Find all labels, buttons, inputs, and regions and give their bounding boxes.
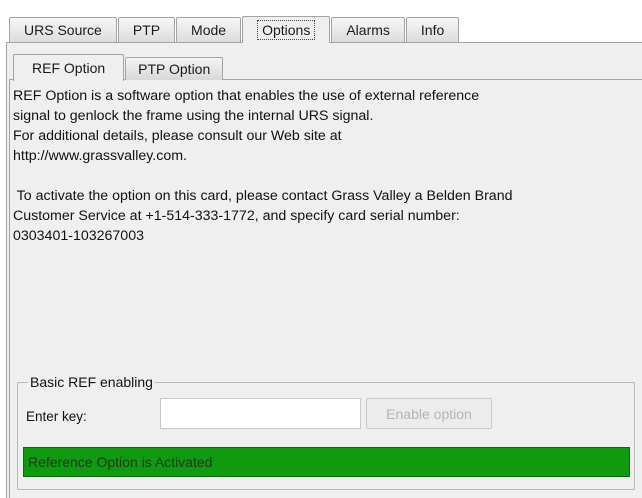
sub-tab-bar: REF Option PTP Option (13, 52, 224, 81)
tab-label: PTP Option (138, 61, 211, 77)
option-description: REF Option is a software option that ena… (13, 86, 633, 246)
tab-ptp-option[interactable]: PTP Option (125, 57, 224, 80)
tab-ref-option[interactable]: REF Option (13, 54, 125, 81)
tab-urs-source[interactable]: URS Source (9, 17, 117, 42)
status-text: Reference Option is Activated (28, 454, 213, 470)
tab-alarms[interactable]: Alarms (331, 17, 405, 42)
group-title: Basic REF enabling (28, 374, 155, 390)
enable-option-button[interactable]: Enable option (366, 398, 492, 429)
description-spacer (13, 166, 633, 186)
tab-options[interactable]: Options (242, 16, 331, 43)
options-window: URS Source PTP Mode Options Alarms Info … (0, 0, 642, 498)
serial-number: 0303401-103267003 (13, 228, 144, 244)
enter-key-label: Enter key: (26, 409, 87, 424)
description-line: http://www.grassvalley.com. (13, 148, 187, 164)
activation-status-bar: Reference Option is Activated (23, 447, 630, 477)
tab-ptp[interactable]: PTP (117, 17, 176, 42)
tab-mode[interactable]: Mode (176, 17, 242, 42)
description-line: For additional details, please consult o… (13, 128, 342, 144)
description-line: signal to genlock the frame using the in… (13, 108, 374, 124)
tab-label: REF Option (32, 60, 106, 76)
tab-label: Options (257, 20, 316, 40)
description-line: REF Option is a software option that ena… (13, 88, 480, 104)
tab-label: Alarms (346, 22, 390, 38)
tab-label: Info (420, 22, 445, 38)
key-input[interactable] (160, 398, 361, 429)
tab-label: Mode (191, 22, 227, 38)
description-line: Customer Service at +1-514-333-1772, and… (13, 208, 460, 224)
tab-label: URS Source (24, 22, 102, 38)
description-line: To activate the option on this card, ple… (13, 188, 513, 204)
main-tab-bar: URS Source PTP Mode Options Alarms Info (9, 16, 460, 43)
tab-label: PTP (132, 22, 161, 38)
tab-info[interactable]: Info (405, 17, 460, 42)
